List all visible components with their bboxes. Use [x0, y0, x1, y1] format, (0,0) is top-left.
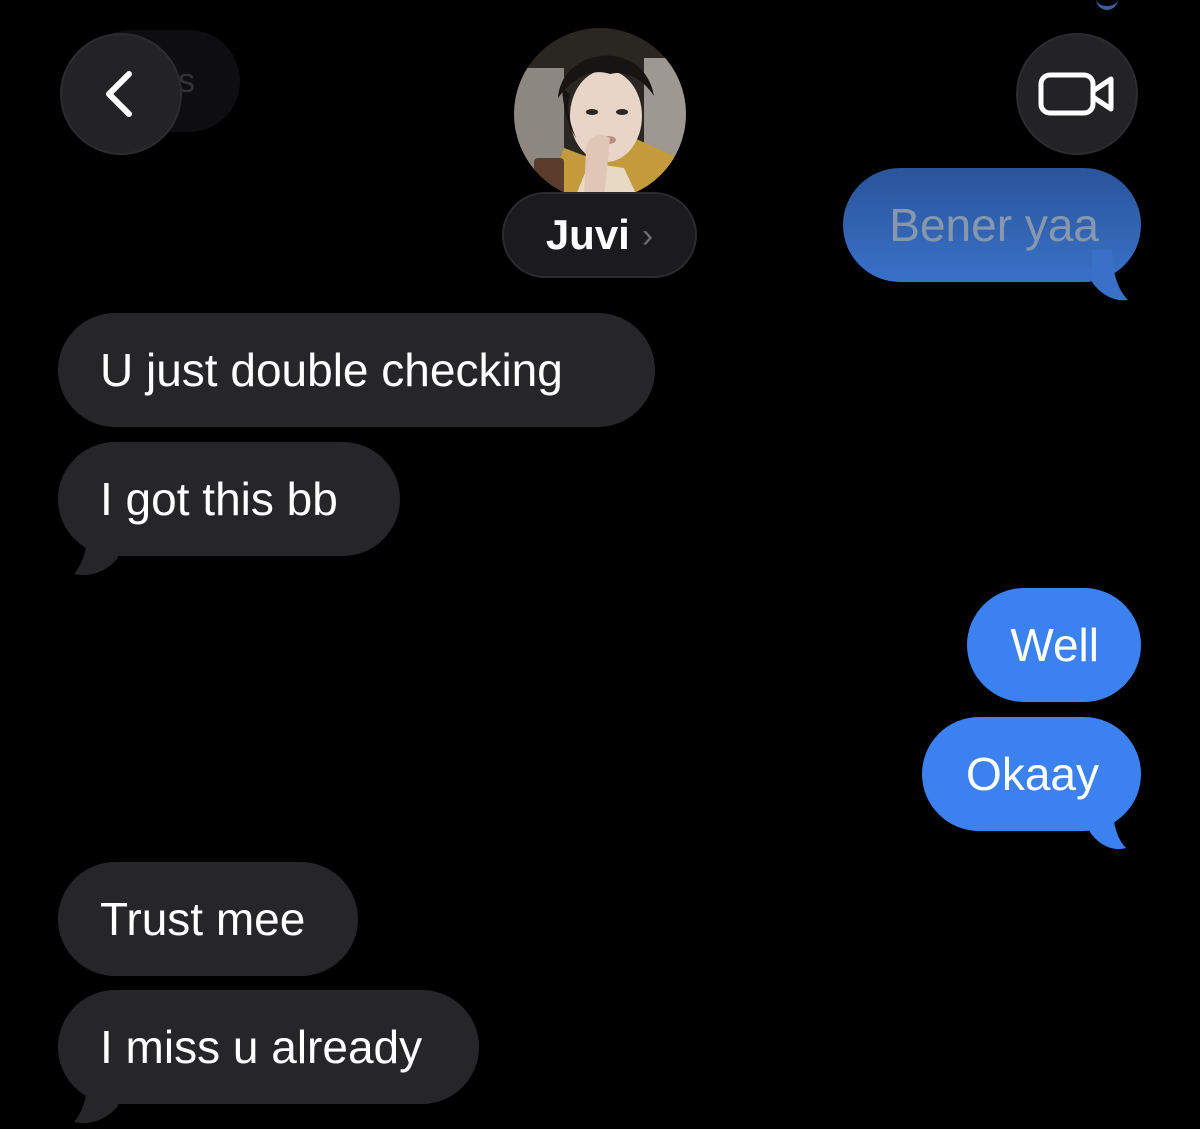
message-text: U just double checking	[100, 344, 563, 396]
chevron-right-icon: ›	[641, 216, 654, 255]
video-call-button[interactable]	[1016, 33, 1138, 155]
message-text: Bener yaa	[889, 199, 1099, 251]
message-text: Well	[1010, 619, 1099, 671]
contact-photo	[514, 28, 686, 200]
contact-avatar[interactable]	[514, 28, 686, 200]
message-tail-incoming	[74, 1070, 118, 1124]
video-camera-icon	[1038, 72, 1114, 116]
message-bubble-incoming[interactable]: I miss u already	[58, 990, 479, 1104]
previous-bubble-tail-remnant	[1096, 0, 1118, 10]
message-tail-incoming	[74, 522, 118, 576]
message-text: I got this bb	[100, 473, 338, 525]
message-bubble-incoming[interactable]: U just double checking	[58, 313, 655, 427]
contact-name-button[interactable]: Juvi ›	[502, 192, 697, 278]
message-text: Okaay	[966, 748, 1099, 800]
chevron-left-icon	[106, 71, 132, 117]
contact-name: Juvi	[545, 211, 630, 258]
message-text: I miss u already	[100, 1021, 423, 1073]
message-bubble-outgoing[interactable]: Well	[967, 588, 1141, 702]
message-tail-outgoing	[1092, 250, 1128, 301]
message-text: Trust mee	[100, 893, 306, 945]
message-tail-outgoing	[1090, 796, 1126, 850]
back-button[interactable]	[60, 33, 182, 155]
message-bubble-incoming[interactable]: Trust mee	[58, 862, 358, 976]
